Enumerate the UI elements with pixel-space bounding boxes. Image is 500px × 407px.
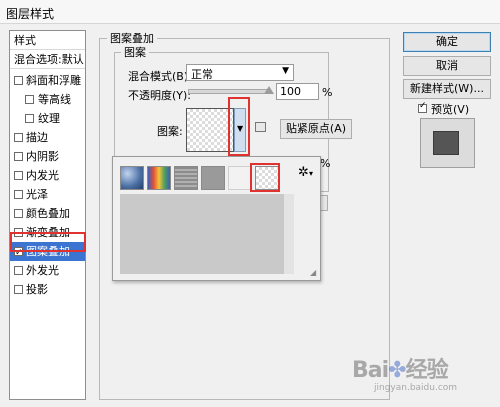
inner-glow-checkbox[interactable] bbox=[14, 171, 23, 180]
style-item-label: 斜面和浮雕 bbox=[26, 74, 81, 87]
baidu-watermark-logo: Bai✤经验 bbox=[352, 358, 449, 383]
pattern-picker-popup: ✲ ▾ ◢ bbox=[112, 156, 321, 281]
opacity-slider-handle[interactable] bbox=[264, 86, 274, 94]
subgroup-title: 图案 bbox=[121, 44, 149, 60]
baidu-watermark-url: jingyan.baidu.com bbox=[374, 383, 458, 393]
style-item-label: 描边 bbox=[26, 131, 48, 144]
styles-header-label: 样式 bbox=[14, 34, 36, 47]
style-item-drop-shadow[interactable]: 投影 bbox=[10, 280, 85, 299]
style-item-contour[interactable]: 等高线 bbox=[10, 90, 85, 109]
snap-to-origin-button[interactable]: 贴紧原点(A) bbox=[280, 119, 352, 139]
window-title: 图层样式 bbox=[6, 7, 55, 21]
popup-scrollbar[interactable] bbox=[283, 194, 294, 274]
pattern-swatch-texture-2[interactable] bbox=[201, 166, 225, 190]
style-item-satin[interactable]: 光泽 bbox=[10, 185, 85, 204]
blend-mode-value: 正常 bbox=[191, 68, 213, 81]
satin-checkbox[interactable] bbox=[14, 190, 23, 199]
style-item-label: 光泽 bbox=[26, 188, 48, 201]
opacity-input[interactable]: 100 bbox=[276, 83, 319, 100]
highlight-box bbox=[250, 163, 280, 192]
preview-toggle[interactable]: 预览(V) bbox=[418, 101, 488, 116]
pattern-swatch-texture-1[interactable] bbox=[174, 166, 198, 190]
style-item-stroke[interactable]: 描边 bbox=[10, 128, 85, 147]
preview-checkbox[interactable] bbox=[418, 101, 427, 113]
style-item-inner-shadow[interactable]: 内阴影 bbox=[10, 147, 85, 166]
gear-icon[interactable]: ✲ bbox=[298, 165, 309, 180]
title-bar: 图层样式 bbox=[0, 0, 500, 24]
blend-mode-label: 混合模式(B): bbox=[128, 70, 192, 83]
pattern-swatch-blank[interactable] bbox=[228, 166, 252, 190]
hidden-unit: % bbox=[320, 157, 331, 170]
stroke-checkbox[interactable] bbox=[14, 133, 23, 142]
contour-checkbox[interactable] bbox=[25, 95, 34, 104]
pattern-preview[interactable] bbox=[186, 108, 234, 152]
style-item-texture[interactable]: 纹理 bbox=[10, 109, 85, 128]
style-item-color-overlay[interactable]: 颜色叠加 bbox=[10, 204, 85, 223]
style-item-label: 等高线 bbox=[38, 93, 71, 106]
pattern-swatch-bubbles[interactable] bbox=[120, 166, 144, 190]
resize-grip-icon[interactable]: ◢ bbox=[310, 268, 316, 277]
pattern-label: 图案: bbox=[157, 125, 183, 138]
blend-options-label: 混合选项:默认 bbox=[14, 53, 84, 66]
preview-swatch bbox=[433, 131, 459, 155]
preview-label: 预览(V) bbox=[431, 103, 470, 116]
chevron-down-icon: ▼ bbox=[282, 66, 289, 76]
drop-shadow-checkbox[interactable] bbox=[14, 285, 23, 294]
opacity-label: 不透明度(Y): bbox=[128, 89, 192, 102]
ok-button[interactable]: 确定 bbox=[403, 32, 491, 52]
style-item-inner-glow[interactable]: 内发光 bbox=[10, 166, 85, 185]
texture-checkbox[interactable] bbox=[25, 114, 34, 123]
bevel-checkbox[interactable] bbox=[14, 76, 23, 85]
style-item-label: 纹理 bbox=[38, 112, 60, 125]
partially-hidden-button[interactable] bbox=[320, 195, 328, 211]
pattern-grid-area bbox=[120, 194, 283, 274]
cancel-button[interactable]: 取消 bbox=[403, 56, 491, 76]
style-item-outer-glow[interactable]: 外发光 bbox=[10, 261, 85, 280]
pattern-swatch-rainbow[interactable] bbox=[147, 166, 171, 190]
opacity-unit: % bbox=[322, 86, 333, 99]
style-item-label: 颜色叠加 bbox=[26, 207, 70, 220]
style-item-label: 内发光 bbox=[26, 169, 59, 182]
inner-shadow-checkbox[interactable] bbox=[14, 152, 23, 161]
blend-options-item[interactable]: 混合选项:默认 bbox=[10, 50, 85, 69]
outer-glow-checkbox[interactable] bbox=[14, 266, 23, 275]
preview-box bbox=[420, 118, 475, 168]
style-item-label: 外发光 bbox=[26, 264, 59, 277]
new-preset-icon[interactable] bbox=[255, 122, 266, 132]
styles-header[interactable]: 样式 bbox=[10, 31, 85, 50]
blend-mode-select[interactable]: 正常 ▼ bbox=[186, 64, 294, 81]
style-item-label: 投影 bbox=[26, 283, 48, 296]
highlight-box bbox=[10, 232, 86, 252]
style-item-bevel[interactable]: 斜面和浮雕 bbox=[10, 71, 85, 90]
new-style-button[interactable]: 新建样式(W)... bbox=[403, 79, 491, 99]
styles-list: 样式 混合选项:默认 斜面和浮雕 等高线 纹理 描边 内阴影 内发光 光泽 颜色… bbox=[9, 30, 86, 400]
color-overlay-checkbox[interactable] bbox=[14, 209, 23, 218]
highlight-box bbox=[228, 97, 250, 156]
chevron-down-icon: ▾ bbox=[309, 169, 314, 178]
style-item-label: 内阴影 bbox=[26, 150, 59, 163]
opacity-slider-track[interactable] bbox=[188, 89, 270, 94]
